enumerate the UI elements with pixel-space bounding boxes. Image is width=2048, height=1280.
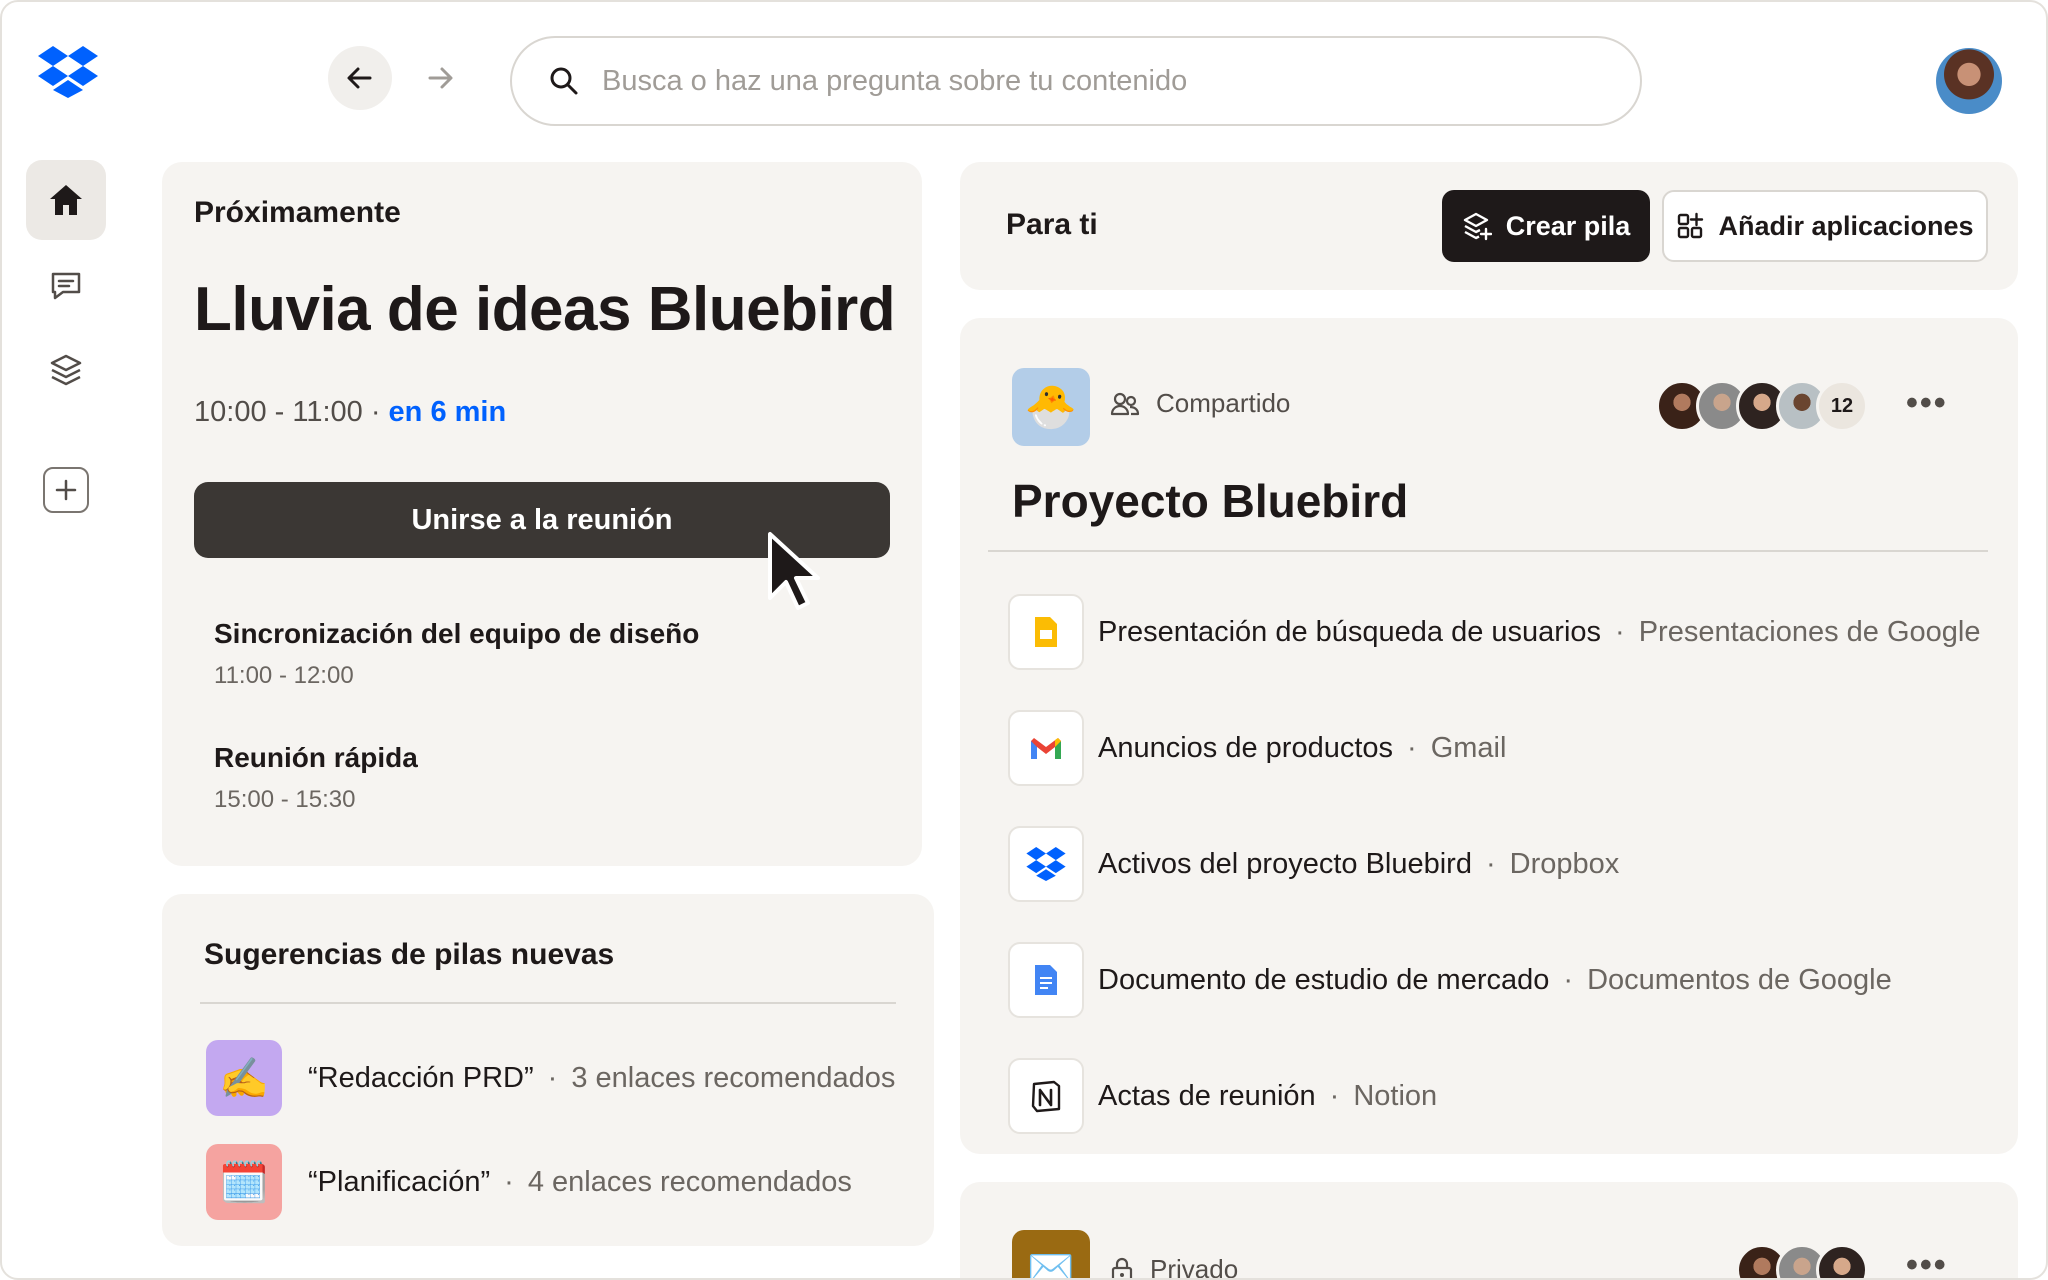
dropbox-icon: [1008, 826, 1084, 902]
shared-people-icon: [1110, 392, 1140, 415]
upcoming-label: Próximamente: [194, 196, 401, 229]
event-time: 10:00 - 11:00 · en 6 min: [194, 396, 507, 428]
calendar-icon: 🗓️: [206, 1144, 282, 1220]
app-window: Próximamente Lluvia de ideas Bluebird 10…: [0, 0, 2048, 1280]
for-you-header: Para ti Crear pila Añadir aplicaciones: [960, 162, 2018, 290]
link-item[interactable]: Anuncios de productos · Gmail: [1008, 710, 1506, 786]
sidebar-item-stacks[interactable]: [26, 330, 106, 410]
forward-button[interactable]: [408, 46, 472, 110]
search-bar[interactable]: [510, 36, 1642, 126]
lock-icon: [1111, 1257, 1133, 1278]
sharing-status: Compartido: [1110, 388, 1290, 419]
member-count-badge: 12: [1816, 380, 1868, 432]
link-item[interactable]: Actas de reunión · Notion: [1008, 1058, 1437, 1134]
divider: [200, 1002, 896, 1004]
stack-plus-icon: [1463, 212, 1492, 241]
sidebar-item-home[interactable]: [26, 160, 106, 240]
starts-in-label: en 6 min: [388, 396, 507, 428]
back-button[interactable]: [328, 46, 392, 110]
arrow-left-icon: [347, 67, 372, 89]
sidebar-item-chat[interactable]: [26, 246, 106, 326]
arrow-right-icon: [428, 67, 453, 89]
google-slides-icon: [1008, 594, 1084, 670]
more-options-button[interactable]: •••: [1906, 1246, 1948, 1278]
link-item[interactable]: Presentación de búsqueda de usuarios · P…: [1008, 594, 1981, 670]
avatar: [1816, 1244, 1868, 1278]
apps-grid-icon: [1678, 212, 1704, 239]
member-avatars[interactable]: 12: [1656, 380, 1868, 432]
home-icon: [50, 185, 82, 215]
add-apps-button[interactable]: Añadir aplicaciones: [1662, 190, 1988, 262]
stack-layers-icon: [50, 354, 82, 386]
suggestion-item[interactable]: ✍️ “Redacción PRD” · 3 enlaces recomenda…: [206, 1040, 895, 1116]
user-avatar[interactable]: [1936, 48, 2002, 114]
member-avatars[interactable]: [1736, 1244, 1868, 1278]
for-you-title: Para ti: [1006, 208, 1098, 241]
stack-suggestions-card: Sugerencias de pilas nuevas ✍️ “Redacció…: [162, 894, 934, 1246]
sharing-status: Privado: [1110, 1254, 1238, 1278]
link-item[interactable]: Activos del proyecto Bluebird · Dropbox: [1008, 826, 1619, 902]
link-item[interactable]: Documento de estudio de mercado · Docume…: [1008, 942, 1892, 1018]
more-options-button[interactable]: •••: [1906, 384, 1948, 423]
search-icon: [550, 67, 578, 95]
search-input[interactable]: [602, 64, 1562, 98]
mouse-cursor-icon: [768, 532, 820, 610]
upcoming-card: Próximamente Lluvia de ideas Bluebird 10…: [162, 162, 922, 866]
gmail-icon: [1008, 710, 1084, 786]
create-stack-button[interactable]: Crear pila: [1442, 190, 1650, 262]
project-title: Proyecto Bluebird: [1012, 475, 1409, 527]
sidebar-add-button[interactable]: [26, 450, 106, 530]
notion-icon: [1008, 1058, 1084, 1134]
envelope-icon: ✉️: [1012, 1230, 1090, 1278]
plus-icon: [43, 467, 89, 513]
google-docs-icon: [1008, 942, 1084, 1018]
dropbox-logo-icon[interactable]: [38, 46, 98, 102]
suggestion-item[interactable]: 🗓️ “Planificación” · 4 enlaces recomenda…: [206, 1144, 852, 1220]
upcoming-event-item[interactable]: Sincronización del equipo de diseño 11:0…: [214, 618, 699, 690]
project-stack-card[interactable]: 🐣 Compartido 12 ••• Proyecto Bluebird Pr…: [960, 318, 2018, 1154]
private-stack-card[interactable]: ✉️ Privado •••: [960, 1182, 2018, 1278]
upcoming-event-item[interactable]: Reunión rápida 15:00 - 15:30: [214, 742, 418, 814]
writing-hand-icon: ✍️: [206, 1040, 282, 1116]
suggestions-title: Sugerencias de pilas nuevas: [204, 938, 615, 971]
event-title: Lluvia de ideas Bluebird: [194, 275, 896, 344]
chat-icon: [51, 272, 81, 300]
hatching-chick-icon: 🐣: [1012, 368, 1090, 446]
divider: [988, 550, 1988, 552]
